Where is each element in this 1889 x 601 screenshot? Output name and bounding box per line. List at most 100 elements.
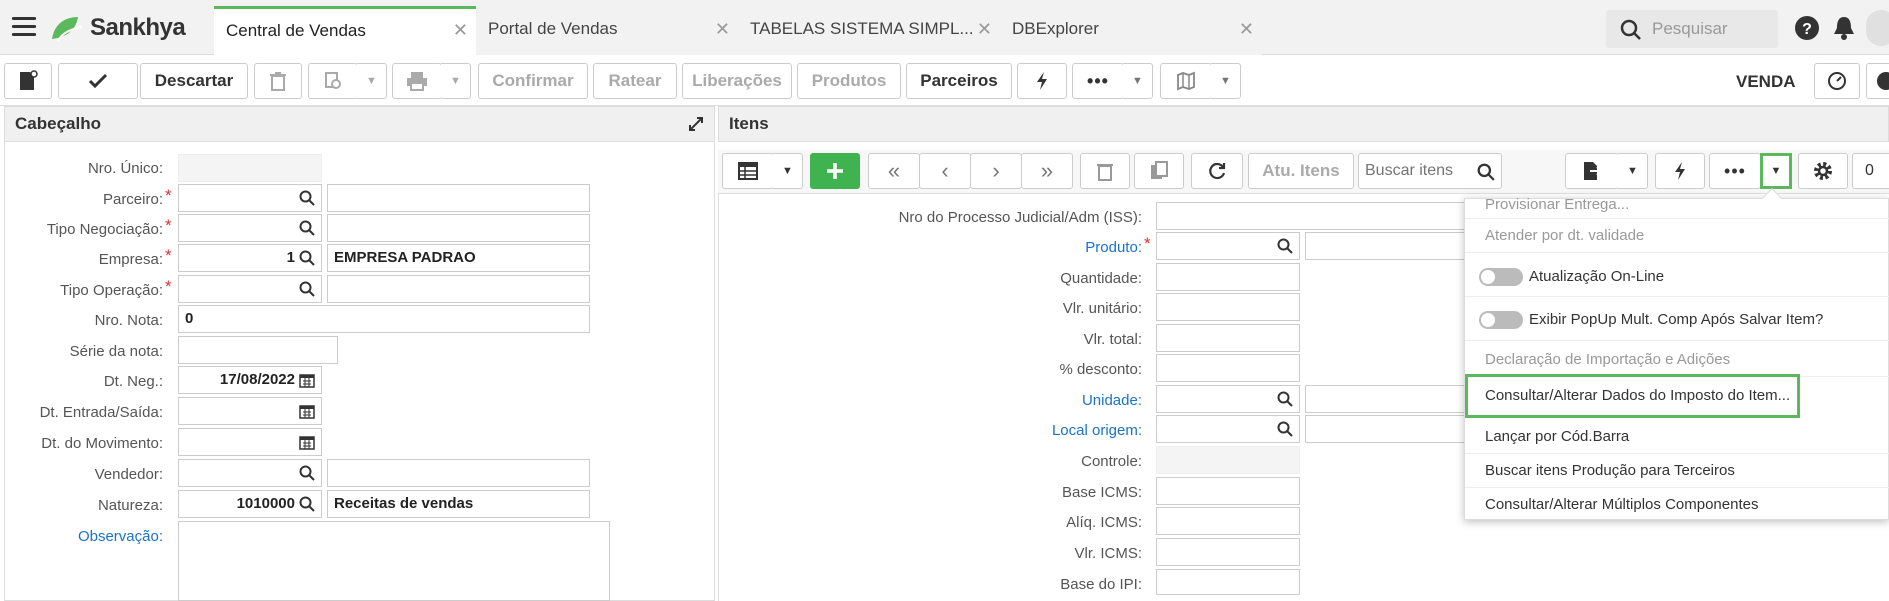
unidade-code-field[interactable]: [1156, 385, 1300, 413]
refresh-button[interactable]: [1814, 63, 1860, 99]
actions-button[interactable]: [1017, 63, 1067, 99]
observacao-textarea[interactable]: [178, 521, 610, 601]
tipo-negociacao-description-field[interactable]: [327, 214, 590, 242]
more-dropdown[interactable]: ▼: [1123, 63, 1153, 99]
calendar-icon[interactable]: [299, 372, 315, 388]
map-button[interactable]: [1160, 63, 1212, 99]
bell-icon[interactable]: [1832, 15, 1856, 41]
search-icon[interactable]: [1277, 238, 1293, 254]
vlr-total-field[interactable]: [1156, 324, 1300, 352]
observacao-label[interactable]: Observação:: [10, 528, 163, 545]
search-icon[interactable]: [299, 281, 315, 297]
more-button[interactable]: •••: [1072, 63, 1124, 99]
menu-item-buscar-producao-terceiros[interactable]: Buscar itens Produção para Terceiros: [1465, 454, 1889, 488]
vendedor-description-field[interactable]: [327, 459, 590, 487]
expand-icon[interactable]: [688, 116, 704, 132]
menu-item-declaracao-importacao[interactable]: Declaração de Importação e Adições: [1465, 343, 1889, 377]
close-icon[interactable]: ✕: [977, 6, 992, 52]
tab-dbexplorer[interactable]: DBExplorer ✕: [1000, 6, 1262, 55]
items-count-field[interactable]: 0: [1852, 153, 1889, 189]
toggle-switch[interactable]: [1479, 268, 1523, 286]
grid-view-button[interactable]: [722, 153, 774, 189]
reload-button[interactable]: [1191, 153, 1243, 189]
next-button[interactable]: ›: [970, 153, 1022, 189]
empresa-description-field[interactable]: EMPRESA PADRAO: [327, 244, 590, 272]
global-search[interactable]: Pesquisar: [1606, 10, 1778, 48]
quantidade-field[interactable]: [1156, 263, 1300, 291]
search-icon[interactable]: [299, 220, 315, 236]
menu-item-exibir-popup[interactable]: Exibir PopUp Mult. Comp Após Salvar Item…: [1465, 299, 1889, 341]
parceiro-code-field[interactable]: [178, 184, 322, 212]
serie-field[interactable]: [178, 336, 338, 364]
vlr-icms-field[interactable]: [1156, 538, 1300, 566]
item-settings-button[interactable]: [1798, 153, 1848, 189]
first-button[interactable]: «: [868, 153, 920, 189]
tab-central-de-vendas[interactable]: Central de Vendas ✕: [214, 6, 476, 55]
save-button[interactable]: [58, 63, 138, 99]
menu-item-multiplos-componentes[interactable]: Consultar/Alterar Múltiplos Componentes: [1465, 488, 1889, 522]
delete-button[interactable]: [254, 63, 302, 99]
search-document-dropdown[interactable]: ▼: [357, 63, 387, 99]
search-document-button[interactable]: [308, 63, 358, 99]
avatar[interactable]: [1866, 10, 1889, 46]
export-dropdown[interactable]: ▼: [1618, 153, 1648, 189]
unidade-description-field[interactable]: [1305, 385, 1475, 413]
base-ipi-field[interactable]: [1156, 569, 1300, 595]
produto-label[interactable]: Produto:: [960, 239, 1142, 256]
help-icon[interactable]: ?: [1794, 15, 1820, 41]
previous-button[interactable]: ‹: [919, 153, 971, 189]
item-more-button[interactable]: •••: [1709, 153, 1761, 189]
parceiro-description-field[interactable]: [327, 184, 590, 212]
confirm-button[interactable]: Confirmar: [478, 63, 588, 99]
aliq-icms-field[interactable]: [1156, 507, 1300, 535]
dt-entrada-field[interactable]: [178, 397, 322, 425]
search-icon[interactable]: [299, 465, 315, 481]
menu-icon[interactable]: [12, 17, 36, 37]
print-button[interactable]: [392, 63, 442, 99]
menu-item-lancar-cod-barra[interactable]: Lançar por Cód.Barra: [1465, 420, 1889, 454]
menu-item-consultar-imposto[interactable]: Consultar/Alterar Dados do Imposto do It…: [1465, 374, 1800, 418]
products-button[interactable]: Produtos: [797, 63, 901, 99]
menu-item-atender-dt-validade[interactable]: Atender por dt. validade: [1465, 219, 1889, 253]
base-icms-field[interactable]: [1156, 477, 1300, 505]
produto-code-field[interactable]: [1156, 232, 1300, 260]
print-dropdown[interactable]: ▼: [441, 63, 471, 99]
search-icon[interactable]: [299, 250, 315, 266]
local-origem-code-field[interactable]: [1156, 415, 1300, 443]
add-item-button[interactable]: [810, 153, 860, 189]
menu-item-atualizacao-online[interactable]: Atualização On-Line: [1465, 257, 1889, 297]
natureza-description-field[interactable]: Receitas de vendas: [327, 490, 590, 518]
tipo-operacao-code-field[interactable]: [178, 275, 322, 303]
unidade-label[interactable]: Unidade:: [960, 392, 1142, 409]
search-icon[interactable]: [1477, 163, 1495, 181]
partners-button[interactable]: Parceiros: [906, 63, 1012, 99]
delete-item-button[interactable]: [1080, 153, 1130, 189]
desconto-field[interactable]: [1156, 354, 1300, 382]
tipo-operacao-description-field[interactable]: [327, 275, 590, 303]
item-more-dropdown[interactable]: ▼: [1760, 153, 1792, 189]
nro-nota-field[interactable]: 0: [178, 305, 590, 333]
dt-movimento-field[interactable]: [178, 428, 322, 456]
item-actions-button[interactable]: [1655, 153, 1705, 189]
map-dropdown[interactable]: ▼: [1211, 63, 1241, 99]
search-icon[interactable]: [299, 496, 315, 512]
rate-button[interactable]: Ratear: [593, 63, 677, 99]
close-icon[interactable]: ✕: [715, 6, 730, 52]
produto-description-field[interactable]: [1305, 232, 1475, 260]
items-search-field[interactable]: [1358, 153, 1502, 189]
natureza-code-field[interactable]: 1010000: [178, 490, 322, 518]
copy-item-button[interactable]: [1134, 153, 1184, 189]
calendar-icon[interactable]: [299, 434, 315, 450]
last-button[interactable]: »: [1021, 153, 1073, 189]
dt-neg-field[interactable]: 17/08/2022: [178, 366, 322, 394]
update-items-button[interactable]: Atu. Itens: [1248, 153, 1354, 189]
local-origem-label[interactable]: Local origem:: [960, 422, 1142, 439]
empresa-code-field[interactable]: 1: [178, 244, 322, 272]
tab-portal-de-vendas[interactable]: Portal de Vendas ✕: [476, 6, 738, 55]
releases-button[interactable]: Liberações: [682, 63, 792, 99]
search-icon[interactable]: [1277, 391, 1293, 407]
toggle-switch[interactable]: [1479, 311, 1523, 329]
items-search-input[interactable]: [1365, 162, 1475, 180]
menu-item-provisionar-entrega[interactable]: Provisionar Entrega...: [1465, 195, 1889, 219]
calendar-icon[interactable]: [299, 403, 315, 419]
